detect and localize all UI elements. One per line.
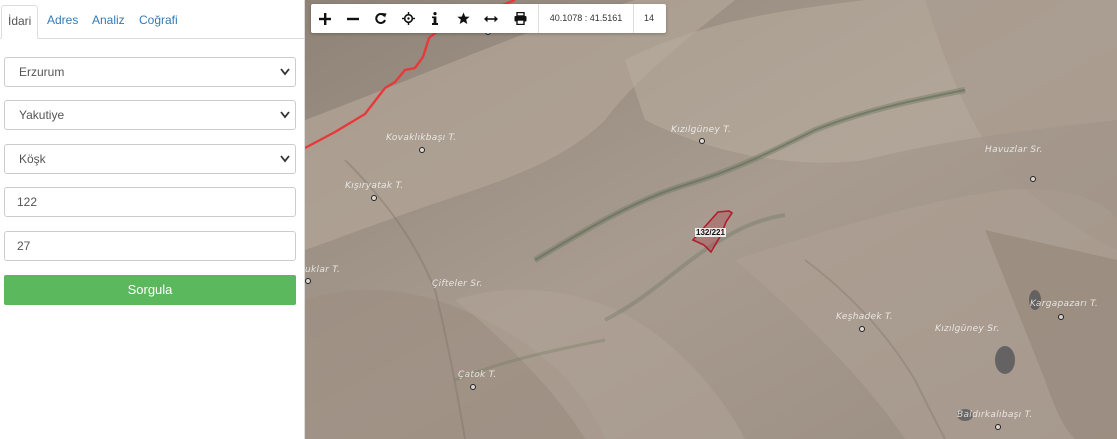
tab-cografi[interactable]: Coğrafi [139,5,178,39]
place-kargapazari: Kargapazarı T. [1030,299,1099,309]
place-cifteler: Çifteler Sr. [432,279,483,289]
print-icon [514,12,526,25]
place-catok: Çatok T. [458,370,497,380]
sidebar: İdari Adres Analiz Coğrafi Erzurum Yakut… [0,0,305,439]
tab-bar: İdari Adres Analiz Coğrafi [0,0,305,39]
place-havuzlar: Havuzlar Sr. [985,145,1043,155]
query-button[interactable]: Sorgula [4,275,296,305]
measure-icon [484,15,498,22]
province-select[interactable]: Erzurum [4,57,296,87]
chevron-down-icon [280,68,290,76]
place-keshadek: Keşhadek T. [836,312,893,322]
refresh-icon [374,13,386,24]
locate-icon [401,12,415,25]
zoom-level: 14 [643,13,654,23]
block-value: 122 [17,195,38,209]
zoom-out-icon [347,17,359,20]
favorite-button[interactable] [449,4,477,33]
map-view[interactable]: 132/221 Kovaklıkbaşı T. Kızılgüney T. Ha… [305,0,1117,439]
place-marker [1058,314,1064,320]
place-kisiryatak: Kışıryatak T. [345,181,404,191]
info-icon [432,12,438,25]
chevron-down-icon [280,111,290,119]
measure-button[interactable] [477,4,505,33]
satellite-imagery [305,0,1117,439]
info-button[interactable] [421,4,449,33]
place-kizilguney-t: Kızılgüney T. [671,125,732,135]
place-marker [699,138,705,144]
coordinate-readout: 40.1078 : 41.5161 [538,4,634,33]
place-kizilguney-sr: Kızılgüney Sr. [935,324,1000,334]
neighborhood-select[interactable]: Köşk [4,144,296,174]
province-value: Erzurum [19,65,65,79]
place-baldirkalibasi: Baldırkalıbaşı T. [957,410,1033,420]
tab-idari[interactable]: İdari [1,5,39,39]
refresh-button[interactable] [366,4,394,33]
place-marker [859,326,865,332]
parcel-input[interactable]: 27 [4,231,296,261]
place-marker [305,278,311,284]
district-select[interactable]: Yakutiye [4,100,296,130]
place-marker [470,384,476,390]
neighborhood-value: Köşk [19,152,46,166]
place-marker [371,195,377,201]
zoom-in-icon [319,12,331,25]
place-kovaklikbasi: Kovaklıkbaşı T. [386,133,457,143]
tab-adres[interactable]: Adres [47,5,78,39]
district-value: Yakutiye [19,108,65,122]
print-button[interactable] [506,4,534,33]
parcel-value: 27 [17,239,31,253]
parcel-label: 132/221 [695,228,726,237]
star-icon [456,12,470,24]
zoom-in-button[interactable] [311,4,339,33]
place-marker [419,147,425,153]
place-marker [995,424,1001,430]
zoom-out-button[interactable] [339,4,367,33]
map-toolbar: 40.1078 : 41.5161 14 [311,4,666,33]
chevron-down-icon [280,155,290,163]
tab-analiz[interactable]: Analiz [92,5,125,39]
locate-button[interactable] [394,4,422,33]
place-uklar: uklar T. [305,265,341,275]
place-marker [1030,176,1036,182]
block-input[interactable]: 122 [4,187,296,217]
